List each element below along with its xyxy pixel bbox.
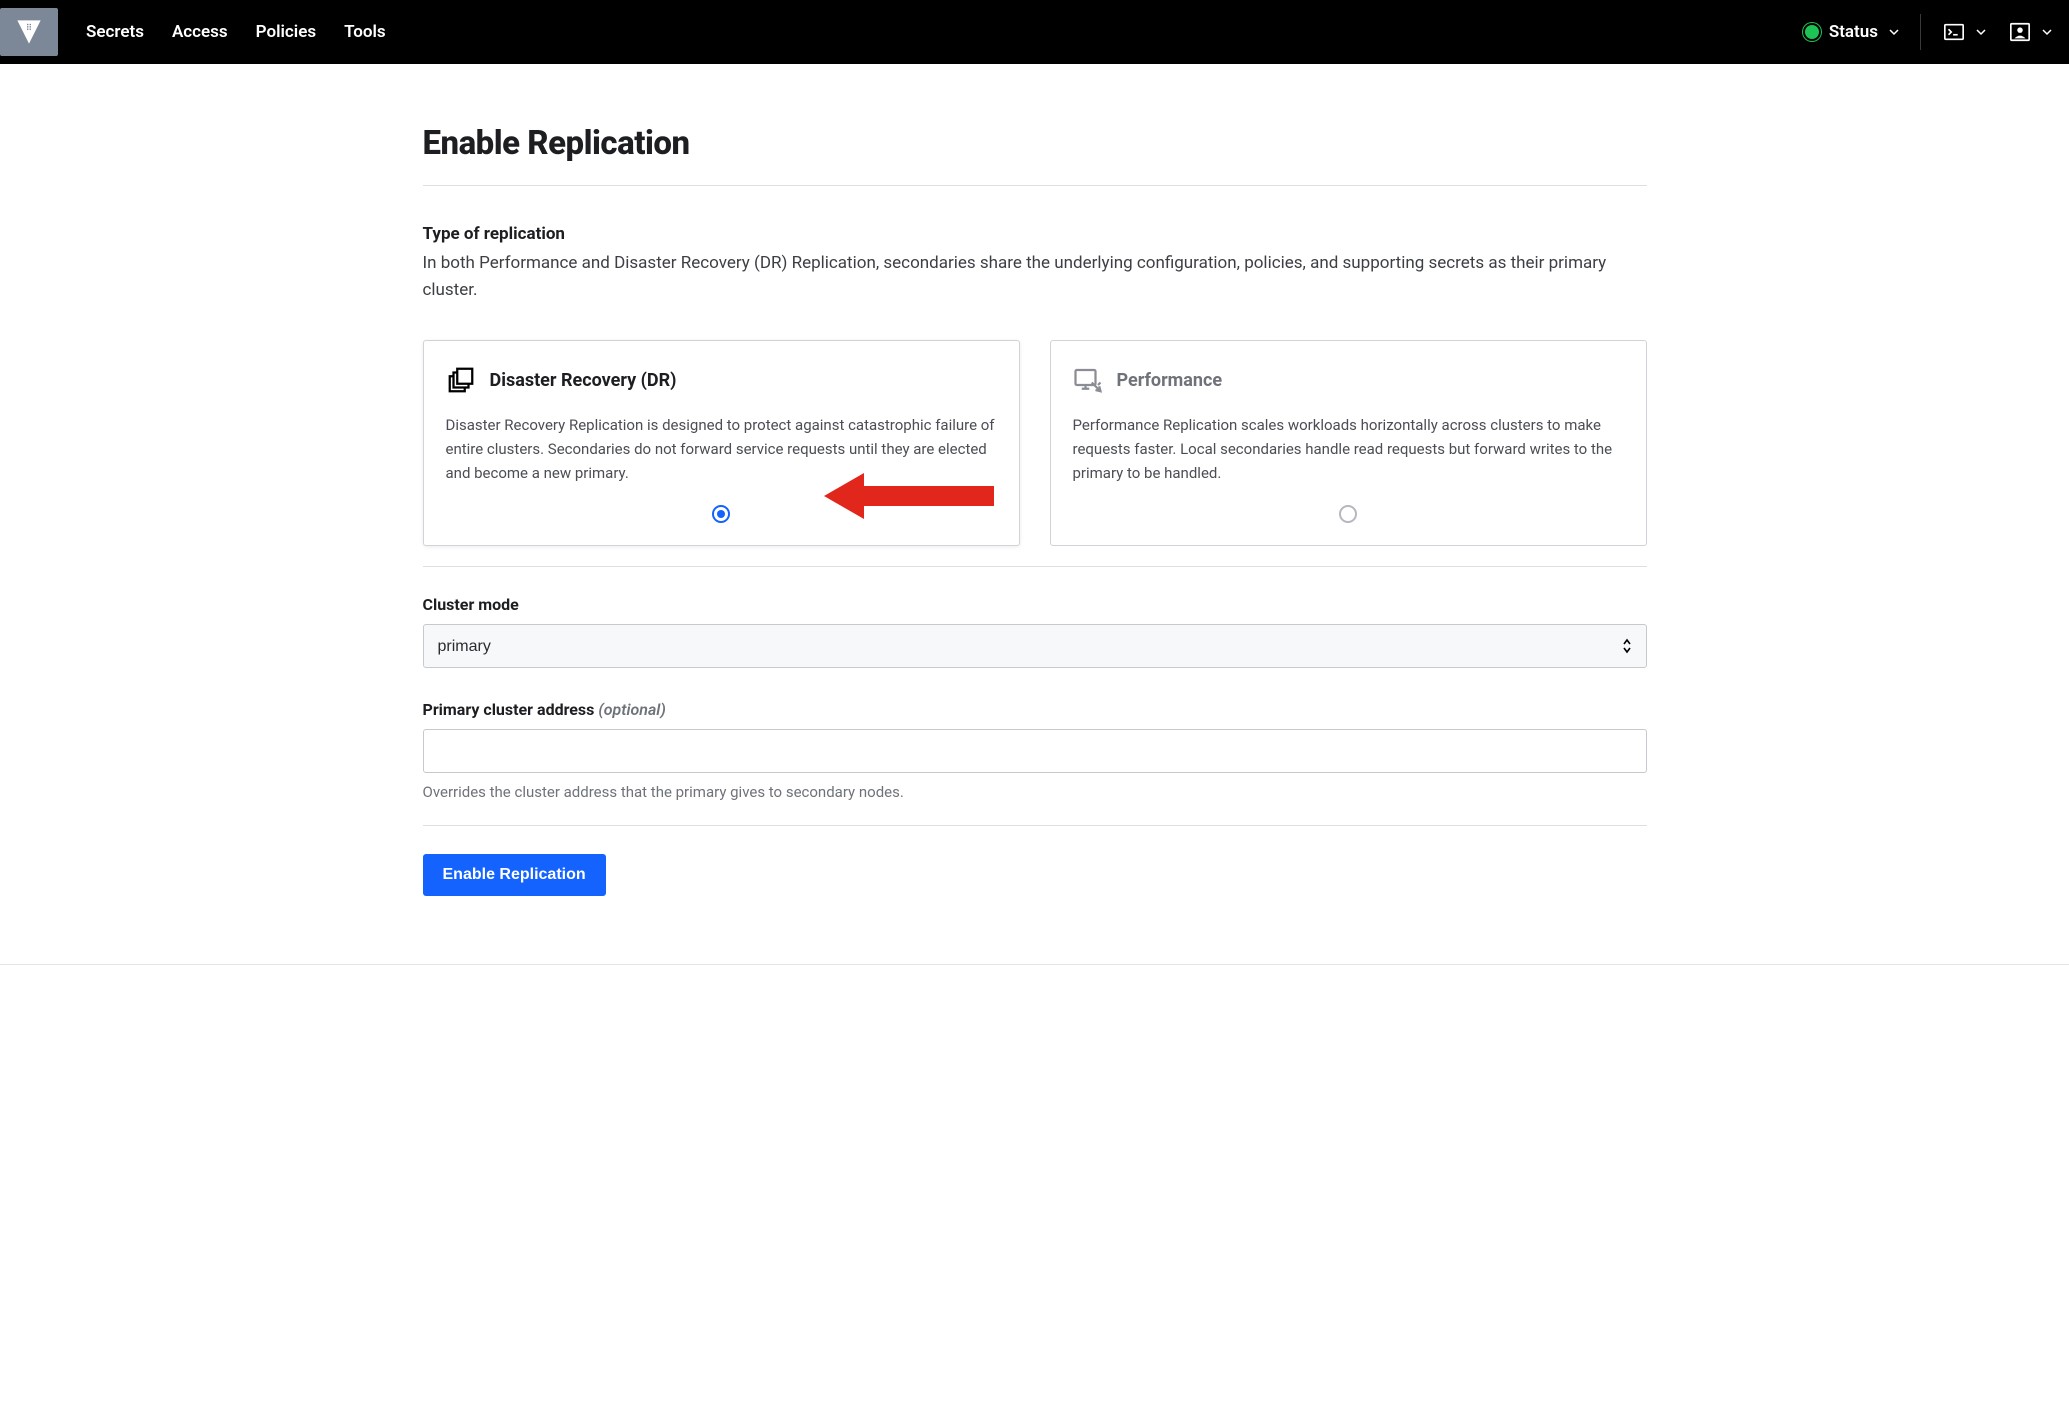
enable-replication-button[interactable]: Enable Replication [423,854,606,896]
primary-cluster-address-help: Overrides the cluster address that the p… [423,783,1647,801]
nav-policies[interactable]: Policies [256,22,316,42]
cluster-mode-label: Cluster mode [423,595,1647,614]
status-label: Status [1829,22,1878,42]
primary-cluster-address-input[interactable] [423,729,1647,773]
replication-type-desc: In both Performance and Disaster Recover… [423,250,1647,304]
replication-type-label: Type of replication [423,224,1647,244]
nav-links: Secrets Access Policies Tools [86,22,386,42]
cluster-mode-select[interactable]: primary [423,624,1647,668]
performance-option-card[interactable]: Performance Performance Replication scal… [1050,340,1647,546]
page-title: Enable Replication [423,124,1647,163]
app-logo[interactable] [0,8,58,56]
performance-option-desc: Performance Replication scales workloads… [1073,413,1624,485]
status-indicator-icon [1805,25,1819,39]
topbar: Secrets Access Policies Tools Status [0,0,2069,64]
performance-icon [1073,365,1103,395]
console-dropdown[interactable] [1943,21,1987,43]
main-content: Enable Replication Type of replication I… [415,64,1655,936]
user-dropdown[interactable] [2009,21,2053,43]
chevron-down-icon [1975,26,1987,38]
dr-option-card[interactable]: Disaster Recovery (DR) Disaster Recovery… [423,340,1020,546]
nav-access[interactable]: Access [172,22,228,42]
divider [423,566,1647,567]
replication-dr-icon [446,365,476,395]
vault-logo-icon [15,18,43,46]
terminal-icon [1943,21,1965,43]
user-icon [2009,21,2031,43]
dr-option-title: Disaster Recovery (DR) [490,370,677,391]
footer-divider [0,964,2069,965]
performance-option-radio[interactable] [1339,505,1357,523]
chevron-down-icon [1888,26,1900,38]
chevron-down-icon [2041,26,2053,38]
dr-option-desc: Disaster Recovery Replication is designe… [446,413,997,485]
divider [423,185,1647,186]
divider [423,825,1647,826]
performance-option-title: Performance [1117,370,1223,391]
status-dropdown[interactable]: Status [1805,14,1921,50]
dr-option-radio[interactable] [712,505,730,523]
primary-cluster-address-label: Primary cluster address (optional) [423,700,1647,719]
replication-type-cards: Disaster Recovery (DR) Disaster Recovery… [423,340,1647,546]
nav-tools[interactable]: Tools [344,22,386,42]
nav-secrets[interactable]: Secrets [86,22,144,42]
